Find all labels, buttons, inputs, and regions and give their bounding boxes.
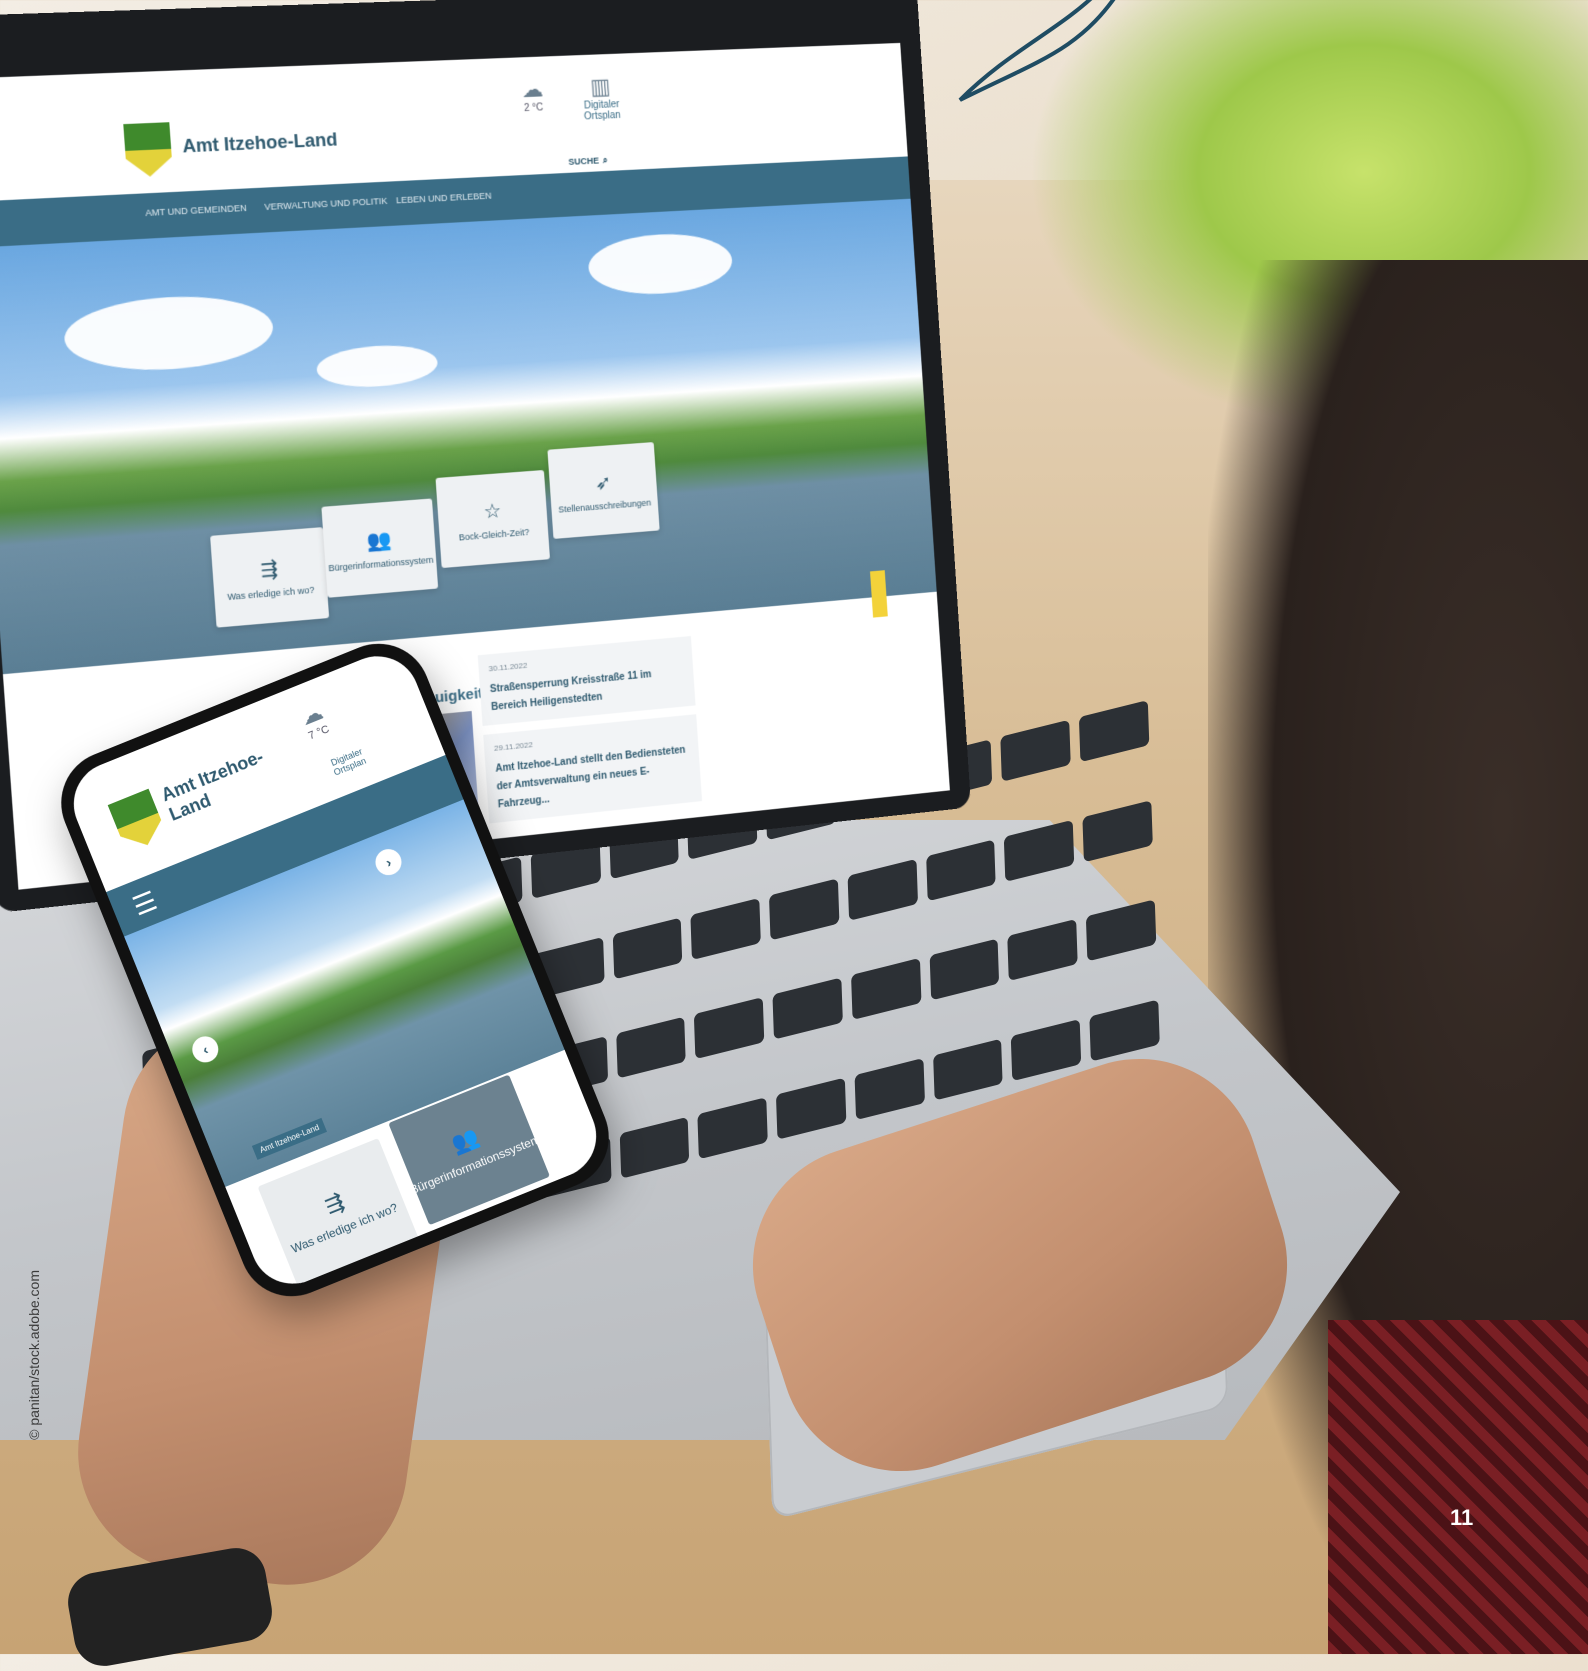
tile-label: Was erledige ich wo?	[226, 584, 315, 602]
hero-image	[0, 198, 937, 675]
tile-buergerinfo[interactable]: 👥 Bürgerinformationssystem	[321, 498, 439, 598]
page-number: 11	[1450, 1505, 1474, 1530]
tile-bock[interactable]: ☆ Bock-Gleich-Zeit?	[435, 469, 551, 569]
tile-label: Stellenausschreibungen	[557, 497, 652, 515]
decorative-swoosh	[958, 0, 1116, 102]
tile-was-erledige[interactable]: ⇶ Was erledige ich wo?	[210, 527, 330, 628]
cloud-icon: ☁	[520, 76, 544, 103]
people-icon: 👥	[366, 528, 393, 553]
site-title[interactable]: Amt Itzehoe-Land	[159, 746, 276, 826]
signpost-icon: ⇶	[260, 557, 279, 582]
tile-label: Bock-Gleich-Zeit?	[458, 526, 530, 543]
coat-of-arms-logo[interactable]	[108, 789, 168, 854]
news-date: 30.11.2022	[488, 660, 528, 674]
rocket-icon: ➶	[594, 471, 613, 495]
map-icon: ▥	[589, 73, 612, 100]
search-icon: ⌕	[602, 154, 608, 165]
search-label: SUCHE	[568, 155, 600, 167]
person-shirt	[1328, 1320, 1588, 1654]
news-title: Amt Itzehoe-Land stellt den Bediensteten…	[495, 744, 686, 811]
tile-label: Bürgerinformationssystem	[328, 554, 434, 573]
news-item[interactable]: 30.11.2022 Straßensperrung Kreisstraße 1…	[477, 636, 696, 726]
signpost-icon: ⇶	[321, 1188, 348, 1219]
news-item[interactable]: 29.11.2022 Amt Itzehoe-Land stellt den B…	[483, 714, 703, 824]
digital-map-link[interactable]: ▥ Digitaler Ortsplan	[566, 73, 637, 123]
photo-credit: © panitan/stock.adobe.com	[26, 1270, 46, 1510]
search-button[interactable]: SUCHE ⌕	[565, 149, 611, 173]
weather-widget: ☁ 7 °C	[284, 694, 345, 748]
star-icon: ☆	[482, 499, 503, 523]
weather-widget: ☁ 2 °C	[507, 76, 558, 115]
news-title: Straßensperrung Kreisstraße 11 im Bereic…	[489, 669, 652, 714]
side-feedback-tab[interactable]	[870, 570, 888, 618]
people-icon: 👥	[447, 1123, 483, 1157]
digital-map-label: Digitaler Ortsplan	[583, 99, 622, 123]
tile-stellen[interactable]: ➶ Stellenausschreibungen	[547, 442, 660, 539]
photo-credit-text: © panitan/stock.adobe.com	[26, 1270, 42, 1440]
digital-map-link[interactable]: Digitaler Ortsplan	[301, 746, 367, 789]
weather-temp: 2 °C	[523, 102, 544, 115]
